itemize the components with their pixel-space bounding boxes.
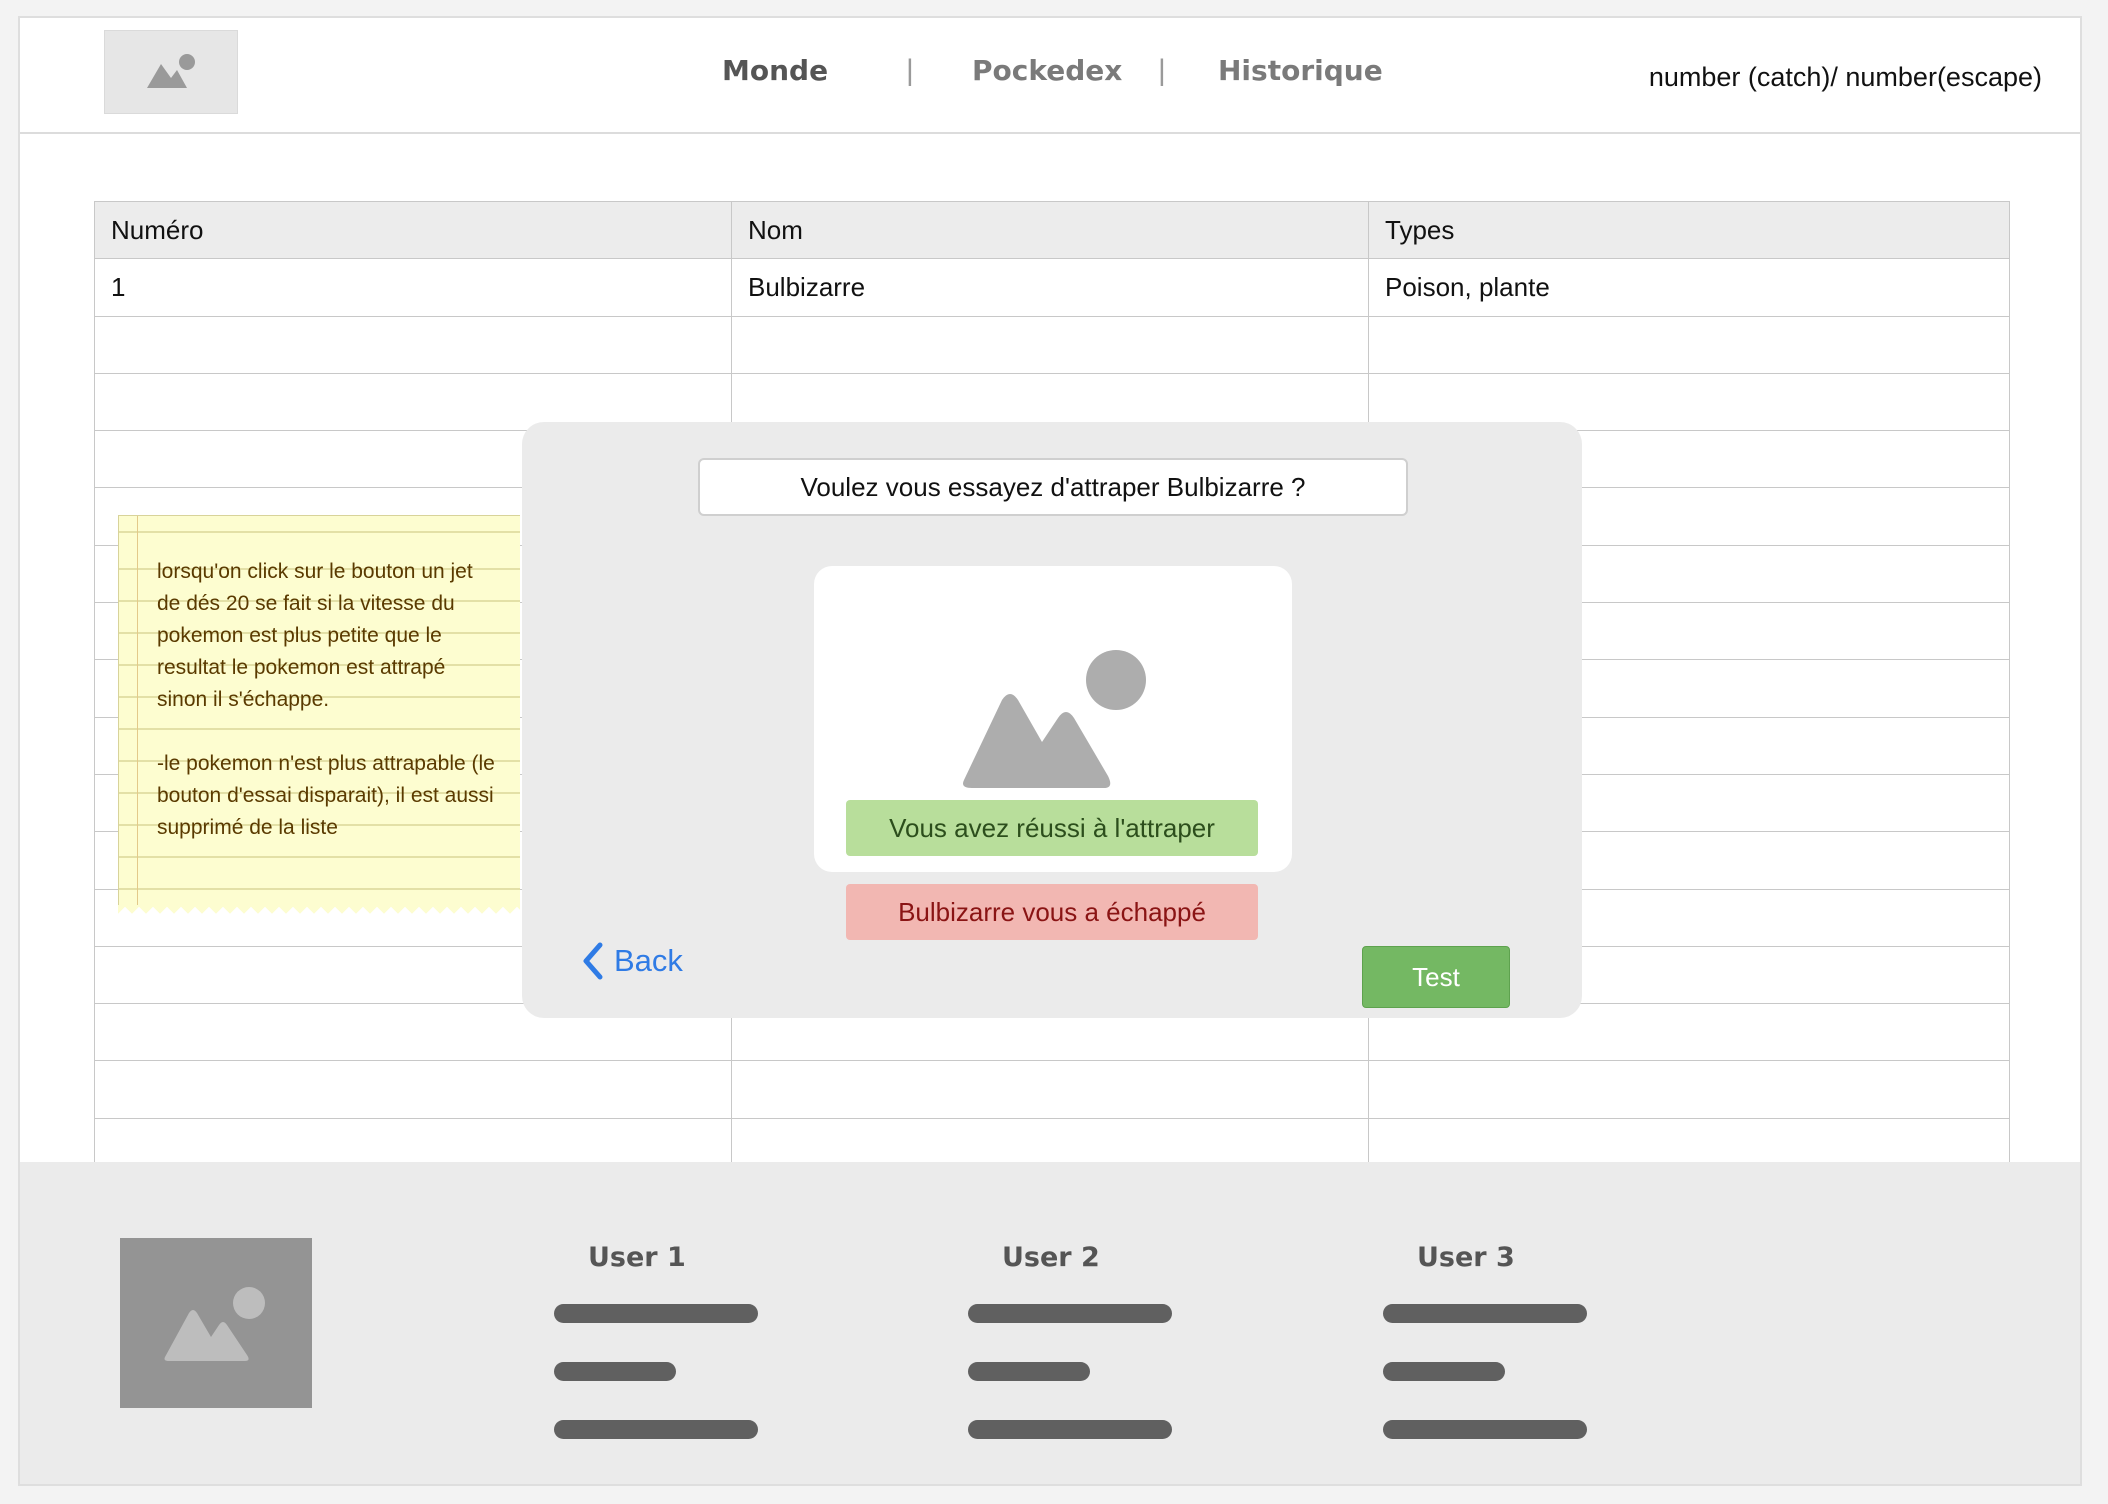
user-card-3: User 3 [1383,1242,1603,1439]
chevron-left-icon [583,942,603,980]
nav-separator: | [1158,54,1166,87]
text-placeholder-bar [968,1304,1172,1323]
image-placeholder-icon [164,1287,265,1361]
nav-item-pockedex[interactable]: Pockedex [972,54,1122,87]
nav-separator: | [906,54,914,87]
catch-modal: Voulez vous essayez d'attraper Bulbizarr… [522,422,1582,1018]
back-button[interactable]: Back [582,942,683,980]
back-label: Back [614,943,683,978]
user-name: User 1 [588,1242,686,1273]
success-message: Vous avez réussi à l'attraper [846,800,1258,856]
user-card-1: User 1 [554,1242,774,1439]
page-frame: Monde | Pockedex | Historique number (ca… [18,16,2082,1486]
user-name: User 3 [1417,1242,1515,1273]
column-header-numero: Numéro [94,200,732,260]
header: Monde | Pockedex | Historique number (ca… [20,18,2080,134]
column-header-types: Types [1368,200,2010,260]
failure-message: Bulbizarre vous a échappé [846,884,1258,940]
footer: User 1 User 2 User 3 [20,1162,2080,1484]
cell-nom: Bulbizarre [731,258,1369,317]
text-placeholder-bar [968,1420,1172,1439]
note-paragraph: lorsqu'on click sur le bouton un jet de … [157,560,473,711]
sticky-note-torn-edge [118,905,520,917]
nav-item-monde[interactable]: Monde [722,54,828,87]
sticky-note: lorsqu'on click sur le bouton un jet de … [118,515,520,905]
sticky-note-text: lorsqu'on click sur le bouton un jet de … [157,556,497,876]
text-placeholder-bar [1383,1304,1587,1323]
user-name: User 2 [1002,1242,1100,1273]
column-header-nom: Nom [731,200,1369,260]
image-placeholder-icon [963,650,1146,788]
nav-item-historique[interactable]: Historique [1218,54,1383,87]
user-card-2: User 2 [968,1242,1188,1439]
footer-image [120,1238,312,1408]
note-paragraph: -le pokemon n'est plus attrapable (le bo… [157,752,495,839]
text-placeholder-bar [1383,1362,1505,1381]
table-row[interactable]: 1 Bulbizarre Poison, plante [94,258,2010,317]
text-placeholder-bar [1383,1420,1587,1439]
cell-types: Poison, plante [1368,258,2010,317]
text-placeholder-bar [554,1362,676,1381]
table-row [94,1060,2010,1119]
text-placeholder-bar [968,1362,1090,1381]
catch-escape-counter: number (catch)/ number(escape) [1648,62,2042,92]
catch-question: Voulez vous essayez d'attraper Bulbizarr… [698,458,1408,516]
table-row [94,315,2010,374]
cell-numero: 1 [94,258,732,317]
text-placeholder-bar [554,1304,758,1323]
test-catch-button[interactable]: Test [1362,946,1510,1008]
table-header-row: Numéro Nom Types [94,200,2010,260]
text-placeholder-bar [554,1420,758,1439]
